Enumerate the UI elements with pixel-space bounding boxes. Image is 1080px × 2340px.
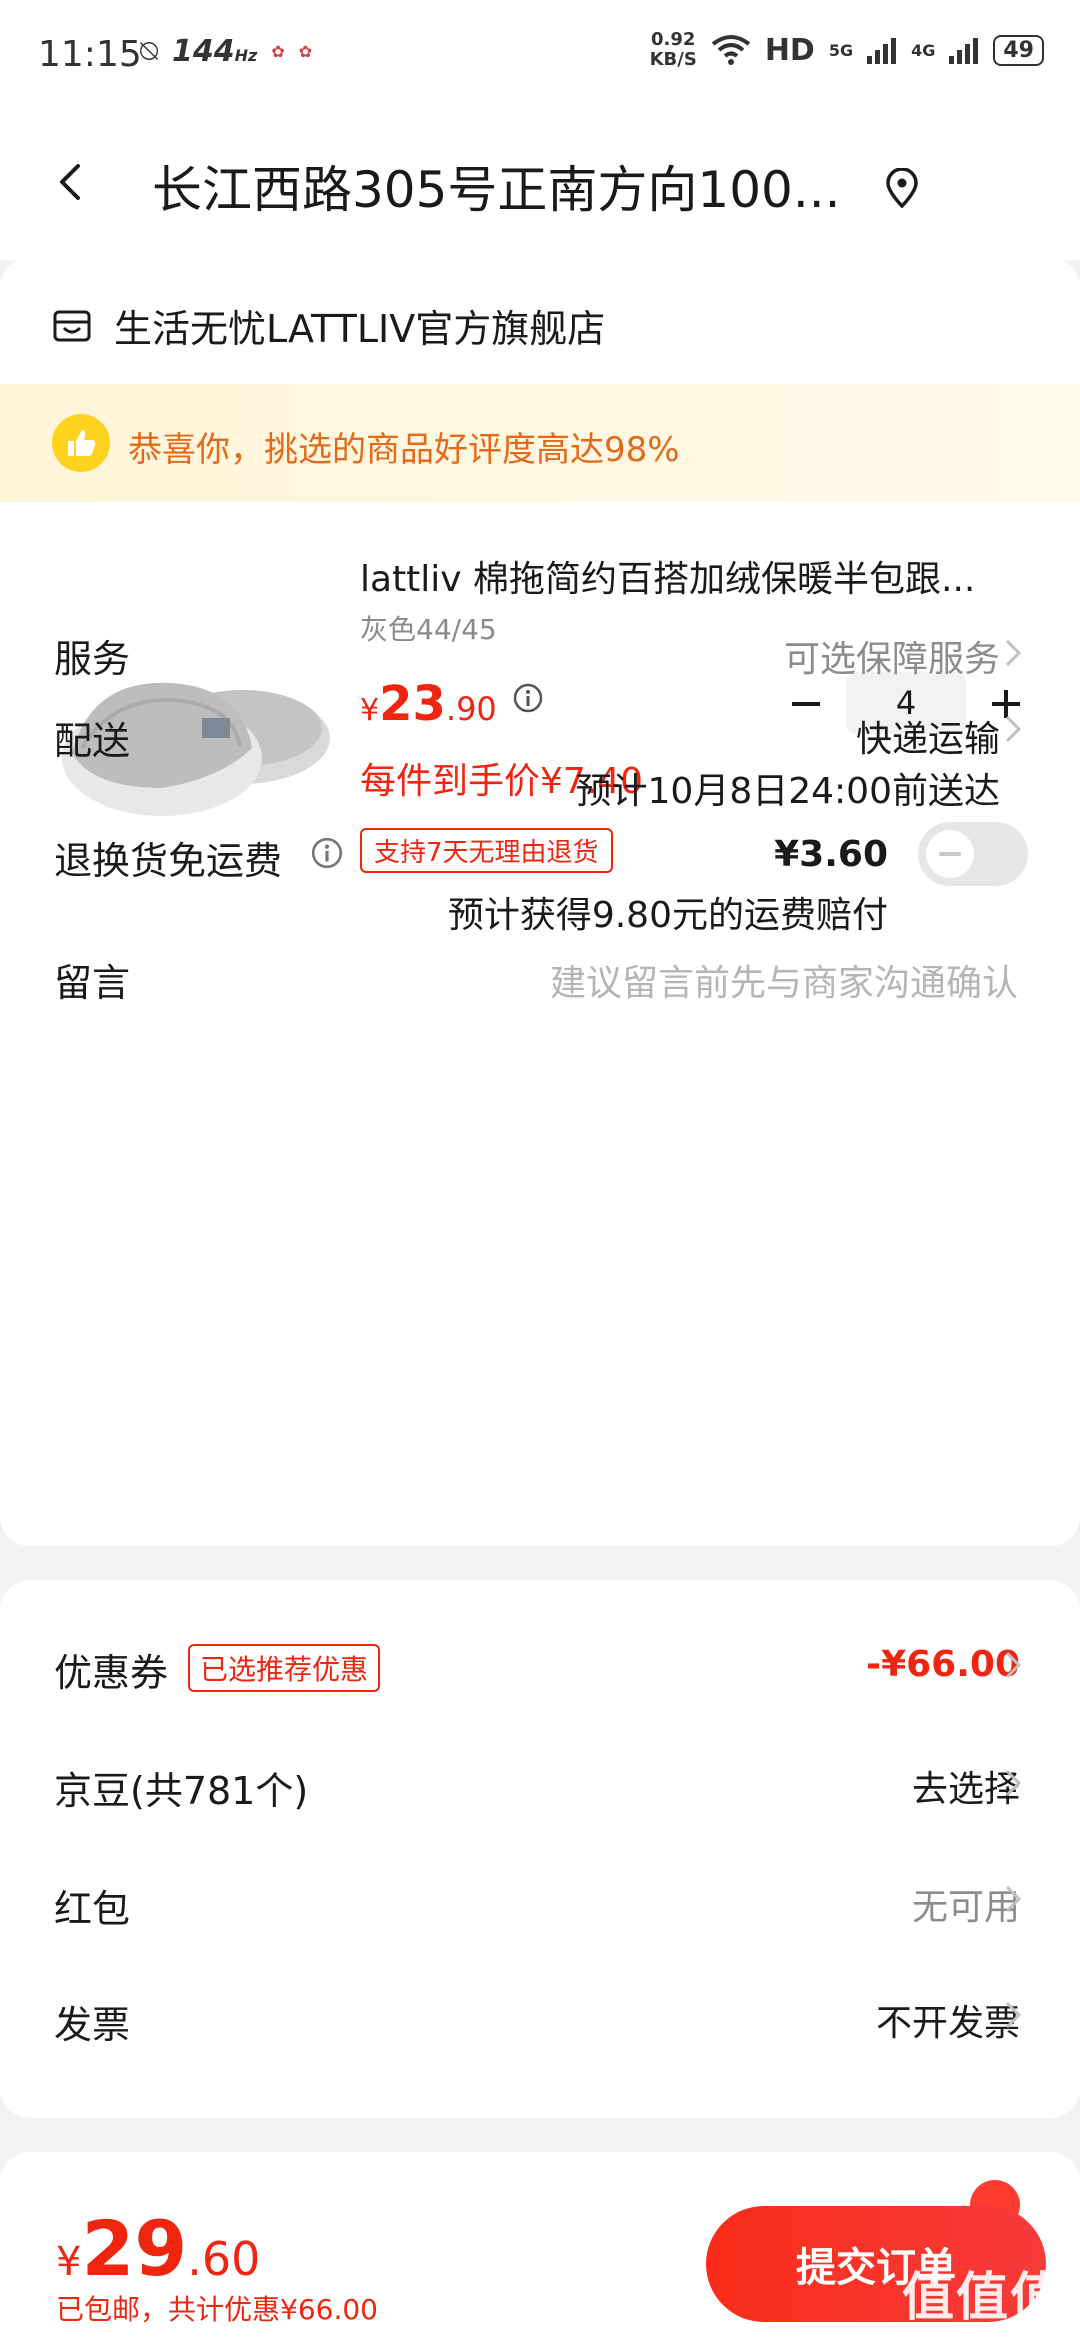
invoice-label: 发票 (54, 2003, 131, 2047)
store-name: 生活无忧LATTLIV官方旗舰店 (114, 307, 606, 351)
chevron-right-icon[interactable] (1004, 638, 1022, 668)
product-spec: 灰色44/45 (360, 613, 497, 646)
toggle-knob (926, 830, 974, 878)
nav-bar: 长江西路305号正南方向100... (0, 110, 1080, 260)
thumbs-up-icon (52, 414, 110, 472)
minus-icon[interactable] (784, 682, 828, 726)
delivery-label: 配送 (54, 719, 131, 763)
checkout-bar: ¥ 29 .60 已包邮，共计优惠¥66.00 提交订单 值值值 (0, 2152, 1080, 2340)
net-4g: 4G (911, 40, 936, 60)
service-label: 服务 (54, 637, 131, 681)
address-title[interactable]: 长江西路305号正南方向100... (152, 150, 872, 222)
store-row[interactable]: 生活无忧LATTLIV官方旗舰店 (52, 298, 605, 353)
hd-indicator: HD (764, 32, 815, 68)
return-policy-badge: 支持7天无理由退货 (360, 828, 613, 873)
chevron-right-icon[interactable] (1004, 2000, 1022, 2030)
delivery-eta: 预计10月8日24:00前送达 (575, 771, 1000, 812)
return-shipping-label: 退换货免运费 (54, 839, 283, 883)
chevron-right-icon[interactable] (1004, 1768, 1022, 1798)
coupon-value[interactable]: -¥66.00 (866, 1644, 1020, 1685)
rating-banner: 恭喜你，挑选的商品好评度高达98% (0, 384, 1080, 502)
chevron-right-icon[interactable] (1004, 714, 1022, 744)
status-right-icons: 0.92 KB/S HD 5G 4G 49 (650, 30, 1044, 70)
service-value[interactable]: 可选保障服务 (784, 630, 1000, 682)
watermark: 值值值 (901, 2268, 1064, 2328)
net-speed: 0.92 KB/S (649, 29, 697, 70)
signal-icon (867, 38, 897, 64)
mute-icon: ⍉ (140, 34, 158, 69)
delivery-method[interactable]: 快递运输 (856, 710, 1000, 762)
redpacket-label: 红包 (54, 1887, 131, 1931)
product-price: ¥ 23 .90 (360, 676, 497, 732)
return-compensation: 预计获得9.80元的运费赔付 (447, 895, 888, 936)
jingdou-label: 京豆(共781个) (54, 1769, 309, 1813)
back-arrow-icon[interactable] (52, 162, 92, 202)
store-icon (53, 310, 91, 341)
return-shipping-price: ¥3.60 (774, 834, 888, 875)
net-5g: 5G (828, 40, 854, 60)
coupon-badge: 已选推荐优惠 (188, 1644, 381, 1692)
notification-icon-2: ✿ (298, 42, 313, 61)
status-left-icons: ⍉ 144Hz ✿ ✿ (140, 34, 312, 69)
battery-icon: 49 (993, 34, 1044, 66)
signal-icon-2 (949, 38, 979, 64)
info-icon[interactable] (512, 682, 544, 714)
location-pin-icon[interactable] (884, 168, 920, 208)
total-discount-note: 已包邮，共计优惠¥66.00 (56, 2293, 378, 2326)
total-price: ¥ 29 .60 (56, 2204, 261, 2293)
chevron-right-icon[interactable] (1004, 1884, 1022, 1914)
chevron-right-icon[interactable] (1004, 1650, 1022, 1680)
note-label: 留言 (54, 961, 131, 1005)
order-card: 生活无忧LATTLIV官方旗舰店 恭喜你，挑选的商品好评度高达98% lattl… (0, 258, 1080, 1546)
invoice-value[interactable]: 不开发票 (876, 1994, 1020, 2046)
rating-text: 恭喜你，挑选的商品好评度高达98% (128, 430, 680, 470)
coupon-label: 优惠券 (54, 1651, 169, 1695)
note-input[interactable]: 建议留言前先与商家沟通确认 (550, 954, 1018, 1006)
wifi-icon (711, 35, 751, 65)
status-bar: 11:15 ⍉ 144Hz ✿ ✿ 0.92 KB/S HD 5G 4G 49 (0, 0, 1080, 110)
info-icon[interactable] (310, 836, 344, 870)
status-time: 11:15 (38, 34, 142, 75)
product-title[interactable]: lattliv 棉拖简约百搭加绒保暖半包跟... (360, 550, 1000, 602)
return-shipping-toggle[interactable] (918, 822, 1028, 886)
notification-icon: ✿ (271, 42, 285, 61)
discount-card: 优惠券 已选推荐优惠 -¥66.00 京豆(共781个) 去选择 红包 无可用 … (0, 1580, 1080, 2118)
refresh-rate: 144Hz (172, 34, 258, 69)
